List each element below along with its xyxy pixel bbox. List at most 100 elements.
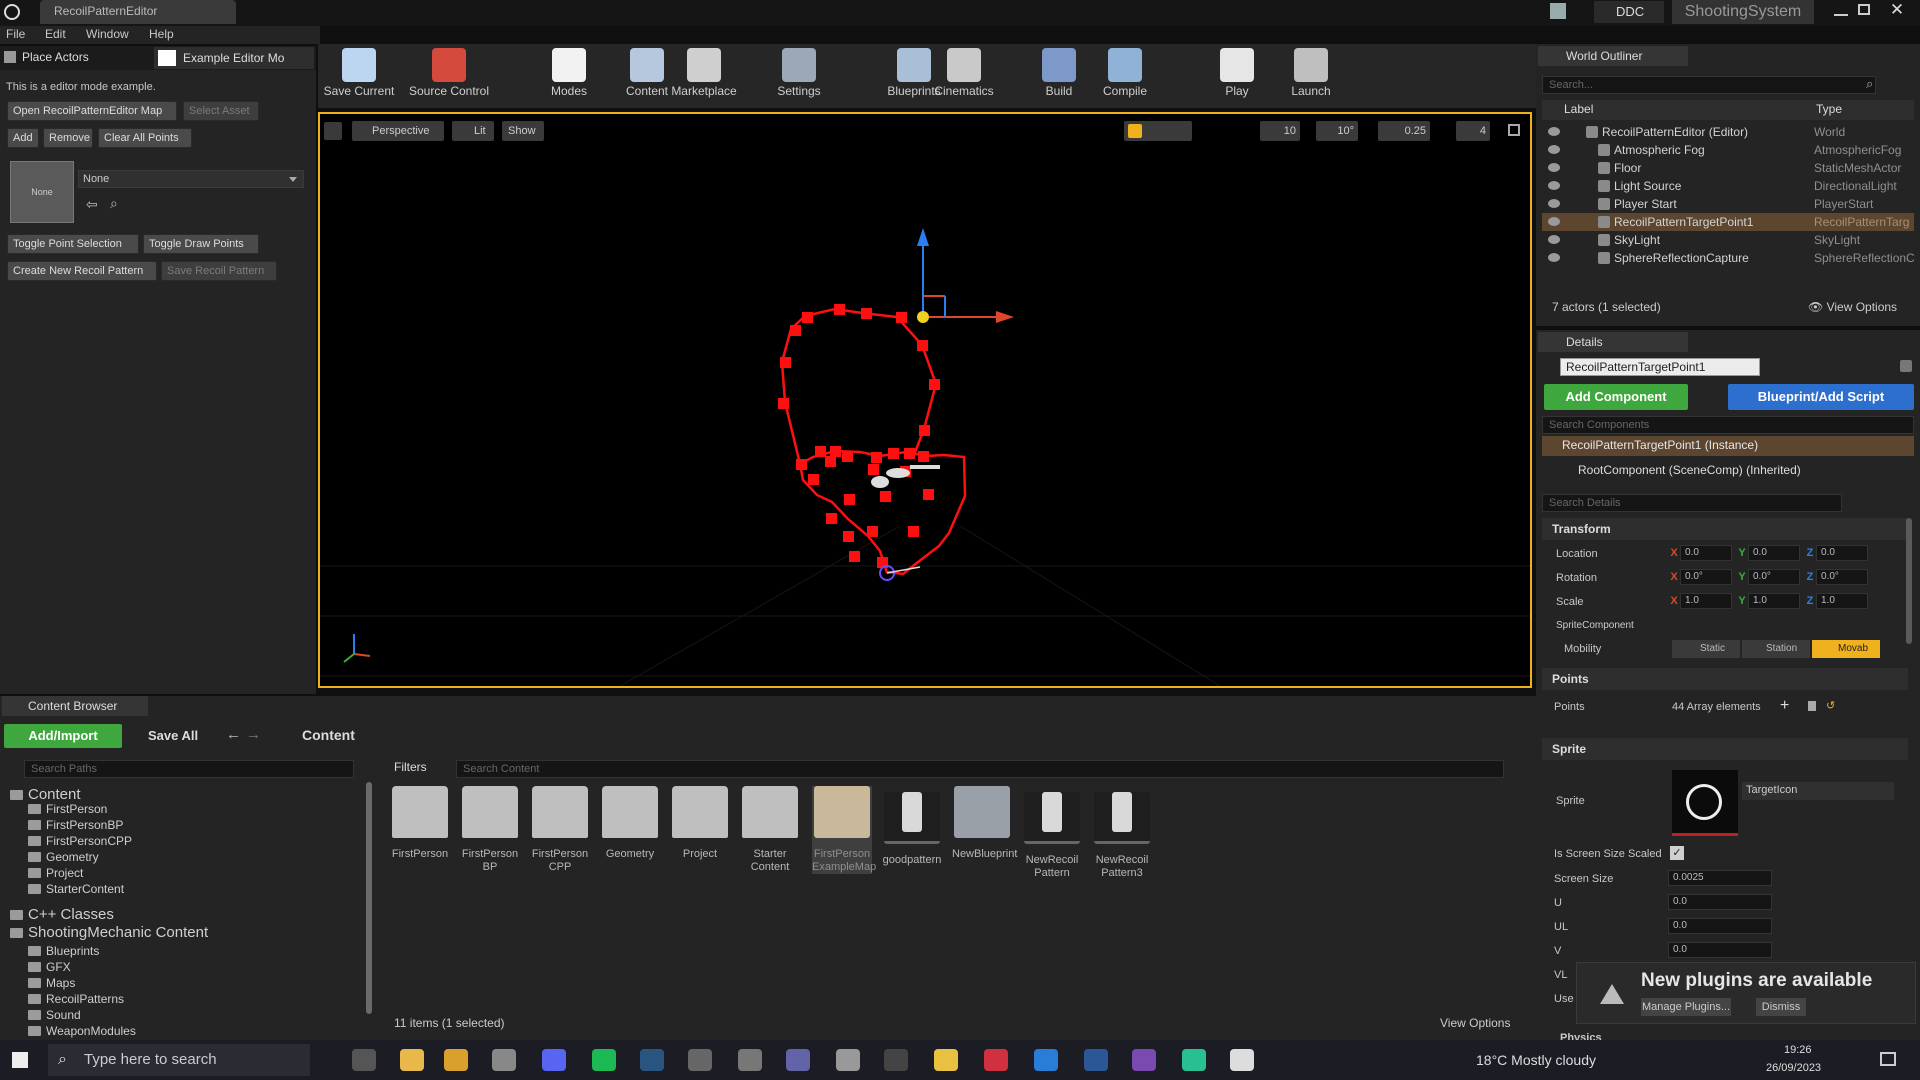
app-icon[interactable] [738, 1049, 762, 1071]
details-object-name[interactable]: RecoilPatternTargetPoint1 [1560, 358, 1760, 376]
transform-rot_vals-field[interactable]: 0.0° [1680, 569, 1732, 585]
search-components-input[interactable]: Search Components [1542, 416, 1914, 434]
notification-flag-icon[interactable] [1550, 3, 1566, 19]
transform-gizmo[interactable] [917, 228, 1014, 323]
visibility-eye-icon[interactable] [1548, 145, 1560, 154]
sprite-asset-dropdown[interactable]: TargetIcon [1742, 782, 1894, 800]
blueprint-script-button[interactable]: Blueprint/Add Script [1728, 384, 1914, 410]
example-mode-tab[interactable]: Example Editor Mo [154, 47, 314, 69]
taskbar-search[interactable]: Type here to search [48, 1044, 310, 1076]
open-map-button[interactable]: Open RecoilPatternEditor Map [7, 101, 177, 121]
minimize-button[interactable] [1834, 4, 1848, 16]
asset-tile[interactable]: NewRecoil Pattern [1022, 786, 1082, 880]
forward-arrow-icon[interactable]: → [246, 726, 261, 743]
filters-button[interactable]: Filters [392, 760, 448, 778]
screen-size-field[interactable]: 0.0025 [1668, 870, 1772, 886]
menu-help[interactable]: Help [149, 27, 174, 41]
tree-item[interactable]: Sound [28, 1008, 81, 1022]
transform-rot_vals-field[interactable]: 0.0° [1816, 569, 1868, 585]
visibility-eye-icon[interactable] [1548, 235, 1560, 244]
outliner-row[interactable]: SkyLight SkyLight [1542, 231, 1914, 249]
visibility-eye-icon[interactable] [1548, 199, 1560, 208]
asset-tile[interactable]: Project [670, 786, 730, 861]
remove-button[interactable]: Remove [43, 128, 93, 148]
tree-scrollbar[interactable] [366, 782, 372, 1014]
app-icon[interactable] [688, 1049, 712, 1071]
outliner-row[interactable]: RecoilPatternTargetPoint1 RecoilPatternTa… [1542, 213, 1914, 231]
outliner-search[interactable]: Search... [1542, 76, 1876, 94]
toolbar-settings-button[interactable]: Settings [760, 48, 838, 106]
ul-field[interactable]: 0.0 [1668, 918, 1772, 934]
transform-scale_vals-field[interactable]: 1.0 [1816, 593, 1868, 609]
unreal-icon[interactable] [1230, 1049, 1254, 1071]
asset-tile[interactable]: FirstPerson CPP [530, 786, 590, 874]
spotify-icon[interactable] [592, 1049, 616, 1071]
save-all-button[interactable]: Save All [130, 724, 210, 748]
app-icon[interactable] [492, 1049, 516, 1071]
task-view-icon[interactable] [352, 1049, 376, 1071]
tree-item[interactable]: GFX [28, 960, 71, 974]
toolbar-marketplace-button[interactable]: Marketplace [665, 48, 743, 106]
back-arrow-icon[interactable]: ← [226, 726, 241, 743]
tree-item[interactable]: StarterContent [28, 882, 124, 896]
mobility-movable[interactable]: Movab [1812, 640, 1880, 658]
toolbar-modes-button[interactable]: Modes [530, 48, 608, 106]
toolbar-launch-button[interactable]: Launch [1272, 48, 1350, 106]
path-breadcrumb[interactable]: Content [280, 727, 355, 743]
v-field[interactable]: 0.0 [1668, 942, 1772, 958]
outliner-view-options[interactable]: 👁 View Options [1808, 300, 1897, 314]
steam-icon[interactable] [640, 1049, 664, 1071]
delete-icon[interactable] [1808, 701, 1816, 711]
asset-tile[interactable]: NewBlueprint [952, 786, 1017, 861]
tree-item[interactable]: WeaponModules [28, 1024, 136, 1038]
menu-window[interactable]: Window [86, 27, 129, 41]
tree-item[interactable]: FirstPerson [28, 802, 107, 816]
add-element-icon[interactable]: + [1780, 697, 1789, 715]
cb-view-options[interactable]: View Options [1440, 1016, 1510, 1030]
asset-tile[interactable]: Geometry [600, 786, 660, 861]
menu-edit[interactable]: Edit [45, 27, 66, 41]
clear-all-points-button[interactable]: Clear All Points [98, 128, 192, 148]
tree-item[interactable]: Blueprints [28, 944, 99, 958]
app-icon[interactable] [934, 1049, 958, 1071]
maximize-viewport-icon[interactable] [1508, 124, 1520, 136]
transform-loc_vals-field[interactable]: 0.0 [1816, 545, 1868, 561]
screen-size-scaled-checkbox[interactable]: ✓ [1670, 846, 1684, 860]
close-button[interactable]: ✕ [1884, 0, 1910, 22]
outliner-row[interactable]: Player Start PlayerStart [1542, 195, 1914, 213]
create-recoil-pattern-button[interactable]: Create New Recoil Pattern [7, 261, 157, 281]
search-details-input[interactable]: Search Details [1542, 494, 1842, 512]
outliner-tab[interactable]: World Outliner [1538, 46, 1688, 66]
asset-tile[interactable]: NewRecoil Pattern3 [1092, 786, 1152, 880]
visibility-eye-icon[interactable] [1548, 217, 1560, 226]
tree-item[interactable]: Maps [28, 976, 75, 990]
rotation-label[interactable]: Rotation [1556, 572, 1597, 584]
location-label[interactable]: Location [1556, 548, 1598, 560]
visibility-eye-icon[interactable] [1548, 163, 1560, 172]
select-asset-button[interactable]: Select Asset [183, 101, 259, 121]
browse-search-icon[interactable]: ⌕ [110, 195, 118, 212]
tree-item[interactable]: FirstPersonCPP [28, 834, 132, 848]
viewport-options-button[interactable] [324, 122, 342, 140]
word-icon[interactable] [1084, 1049, 1108, 1071]
toolbar-save-current-button[interactable]: Save Current [320, 48, 398, 106]
lock-icon[interactable] [1900, 360, 1912, 372]
transform-category[interactable]: Transform [1542, 518, 1908, 540]
toolbar-source-control-button[interactable]: Source Control [400, 48, 498, 106]
asset-tile[interactable]: FirstPerson [390, 786, 450, 861]
sprite-component-subcat[interactable]: SpriteComponent [1556, 620, 1634, 631]
move-tool-icon[interactable] [1128, 124, 1142, 138]
add-button[interactable]: Add [7, 128, 39, 148]
add-component-button[interactable]: Add Component [1544, 384, 1688, 410]
tree-item[interactable]: FirstPersonBP [28, 818, 123, 832]
toolbar-compile-button[interactable]: Compile [1086, 48, 1164, 106]
transform-rot_vals-field[interactable]: 0.0° [1748, 569, 1800, 585]
visibility-eye-icon[interactable] [1548, 181, 1560, 190]
column-label[interactable]: Label [1564, 102, 1593, 116]
editor-tab[interactable]: RecoilPatternEditor [40, 0, 236, 24]
windows-start-icon[interactable] [12, 1052, 28, 1068]
save-recoil-pattern-button[interactable]: Save Recoil Pattern [161, 261, 277, 281]
tree-item[interactable]: Geometry [28, 850, 99, 864]
transform-loc_vals-field[interactable]: 0.0 [1680, 545, 1732, 561]
asset-thumbnail[interactable]: None [10, 161, 74, 223]
